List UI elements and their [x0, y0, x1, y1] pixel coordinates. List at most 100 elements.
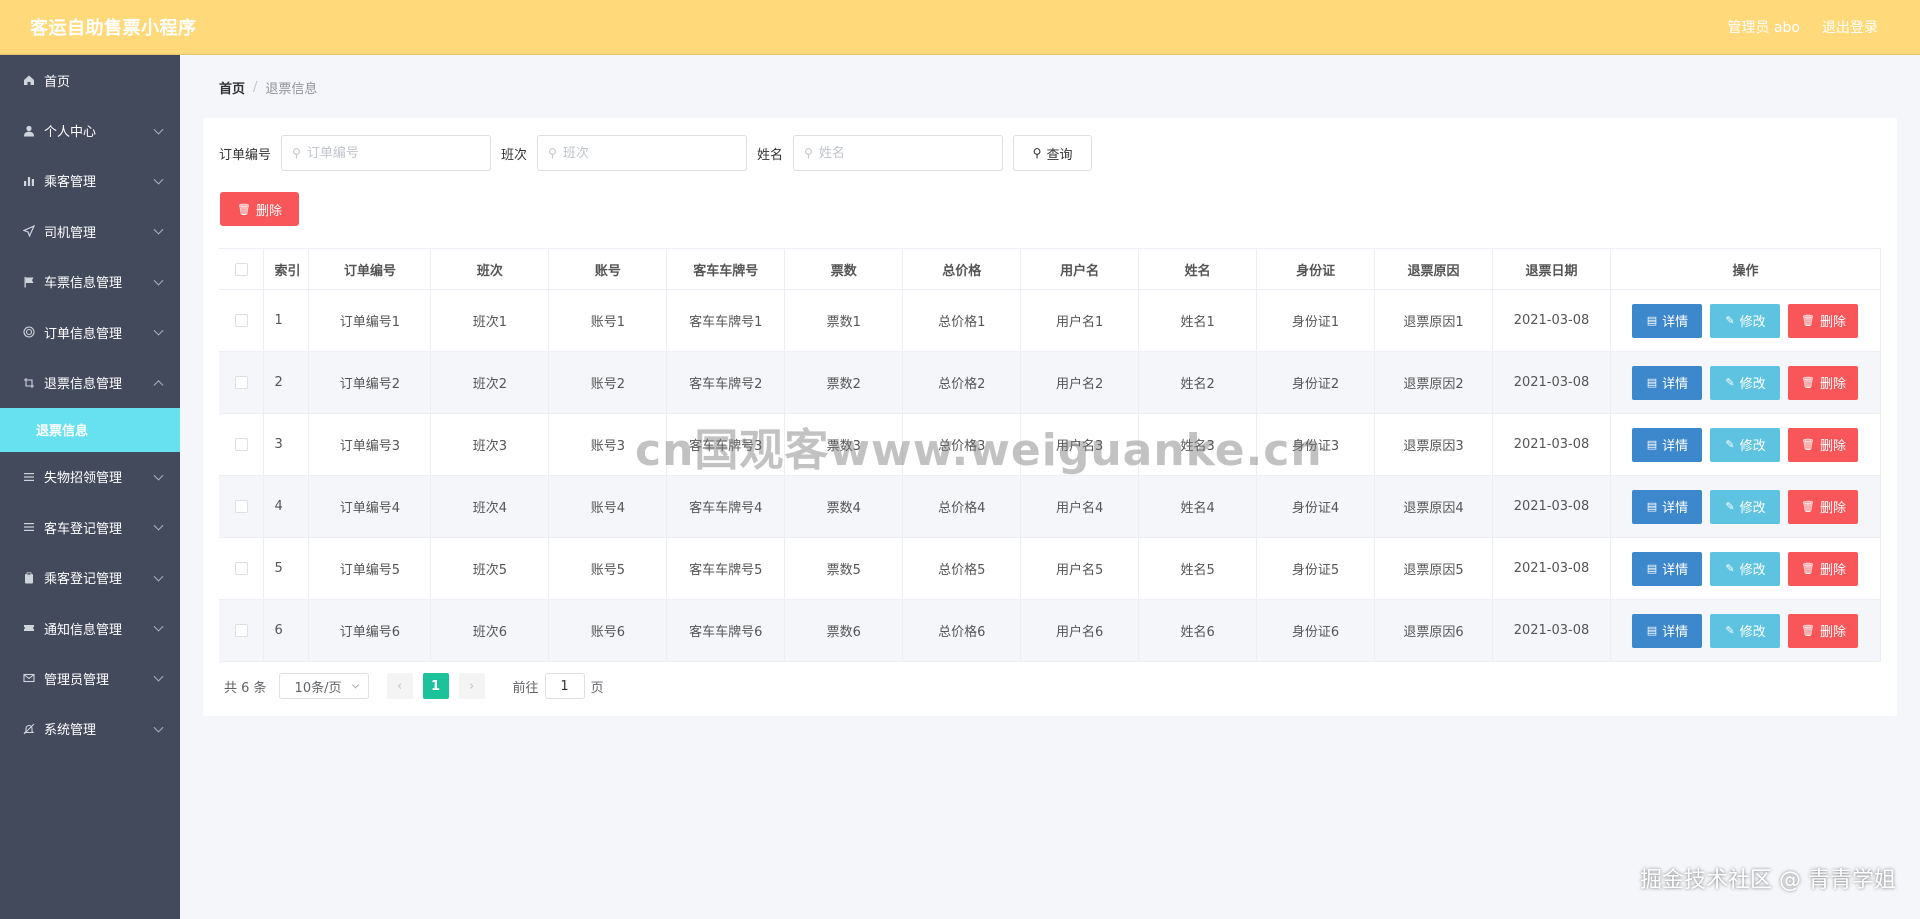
breadcrumb-home[interactable]: 首页 [219, 78, 245, 97]
sidebar-subitem-refund-info[interactable]: 退票信息 [0, 407, 180, 452]
sidebar-item-ticket[interactable]: 车票信息管理 [0, 257, 180, 307]
sidebar-item-system[interactable]: 系统管理 [0, 704, 180, 754]
next-page-button[interactable]: › [458, 673, 485, 699]
row-select-cell [219, 351, 265, 414]
sidebar-item-label: 乘客登记管理 [44, 572, 123, 588]
column-header: 总价格 [902, 248, 1022, 290]
logout-button[interactable]: 退出登录 [1822, 17, 1878, 37]
table-row: 1 订单编号1 班次1 账号1 客车车牌号1 票数1 总价格1 用户名1 姓名1 身份证1 退票原因… [219, 289, 1882, 352]
sidebar-item-lost-found[interactable]: 失物招领管理 [0, 452, 180, 502]
shift-field[interactable]: ⚲ [537, 135, 748, 171]
table-cell: 总价格2 [902, 351, 1022, 414]
sidebar-item-home[interactable]: 首页 [0, 55, 180, 105]
bulk-delete-button[interactable]: 🗑 删除 [220, 192, 299, 226]
sidebar-item-profile[interactable]: 个人中心 [0, 105, 180, 155]
table-cell: 2021-03-08 [1492, 599, 1611, 662]
prev-page-button[interactable]: ‹ [386, 673, 413, 699]
sidebar-item-admin[interactable]: 管理员管理 [0, 653, 180, 703]
chevron-down-icon [153, 225, 164, 235]
column-header: 索引 [263, 248, 310, 290]
edit-button[interactable]: ✎ 修改 [1710, 551, 1781, 586]
order-number-field[interactable]: ⚲ [281, 135, 492, 171]
edit-button[interactable]: ✎ 修改 [1710, 365, 1781, 400]
top-header: 客运自助售票小程序 管理员 abo 退出登录 [0, 0, 1920, 55]
order-number-label: 订单编号 [219, 147, 272, 163]
search-bar: 订单编号 ⚲ 班次 ⚲ 姓名 ⚲ ⚲ 查询 [219, 135, 1093, 171]
sidebar-item-passenger[interactable]: 乘客管理 [0, 156, 180, 206]
search-icon: ⚲ [292, 146, 301, 160]
table-cell: 客车车牌号1 [666, 289, 786, 352]
table-cell: 用户名2 [1020, 351, 1140, 414]
row-checkbox[interactable] [234, 438, 248, 451]
order-number-input[interactable] [306, 145, 477, 161]
admin-username: 管理员 abo [1727, 20, 1800, 36]
table-cell: 2021-03-08 [1492, 537, 1611, 600]
edit-button[interactable]: ✎ 修改 [1710, 303, 1781, 338]
chevron-down-icon [153, 672, 164, 683]
delete-button[interactable]: 🗑 删除 [1788, 427, 1859, 462]
sidebar-item-notice[interactable]: 通知信息管理 [0, 603, 180, 653]
table-header-row: 索引 订单编号 班次 账号 客车车牌号 票数 总价格 用户名 姓名 身份证 退票… [219, 248, 1882, 290]
sidebar-item-passenger-register[interactable]: 乘客登记管理 [0, 553, 180, 603]
sidebar-item-label: 乘客管理 [44, 175, 97, 191]
table-cell: 用户名4 [1020, 475, 1140, 538]
table-cell: 订单编号5 [308, 537, 432, 600]
list-icon [22, 470, 36, 484]
page-number-button[interactable]: 1 [422, 673, 449, 699]
table-cell: 账号5 [548, 537, 668, 600]
row-checkbox[interactable] [234, 624, 248, 637]
sidebar-item-refund[interactable]: 退票信息管理 [0, 357, 180, 407]
trash-icon: 🗑 [1800, 624, 1815, 637]
table-cell: 身份证3 [1256, 413, 1376, 476]
table-cell: 订单编号2 [308, 351, 432, 414]
name-input[interactable] [818, 145, 989, 161]
detail-button[interactable]: ▤ 详情 [1632, 365, 1703, 400]
shift-input[interactable] [562, 145, 733, 161]
row-checkbox[interactable] [234, 500, 248, 513]
breadcrumb: 首页 / 退票信息 [219, 78, 317, 97]
table-cell: 票数6 [784, 599, 904, 662]
detail-button[interactable]: ▤ 详情 [1632, 613, 1703, 648]
table-cell: 姓名4 [1138, 475, 1258, 538]
chevron-down-icon [153, 571, 164, 582]
delete-button[interactable]: 🗑 删除 [1788, 489, 1859, 524]
table-cell: 用户名3 [1020, 413, 1140, 476]
detail-button[interactable]: ▤ 详情 [1632, 427, 1703, 462]
name-field[interactable]: ⚲ [793, 135, 1004, 171]
delete-button[interactable]: 🗑 删除 [1788, 613, 1859, 648]
table-cell: 退票原因2 [1374, 351, 1493, 414]
row-checkbox[interactable] [234, 376, 248, 389]
select-all-checkbox[interactable] [234, 262, 248, 276]
edit-button[interactable]: ✎ 修改 [1710, 427, 1781, 462]
table-cell: 客车车牌号3 [666, 413, 786, 476]
detail-button[interactable]: ▤ 详情 [1632, 489, 1703, 524]
table-cell: 班次1 [430, 289, 550, 352]
detail-button[interactable]: ▤ 详情 [1632, 551, 1703, 586]
table-cell: 退票原因1 [1374, 289, 1493, 352]
pencil-icon: ✎ [1725, 314, 1735, 327]
table-cell: 2021-03-08 [1492, 475, 1611, 538]
query-button[interactable]: ⚲ 查询 [1013, 135, 1093, 171]
page-suffix-label: 页 [590, 680, 604, 696]
delete-button[interactable]: 🗑 删除 [1788, 303, 1859, 338]
table-cell: 票数1 [784, 289, 904, 352]
row-actions-cell: ▤ 详情 ✎ 修改 🗑 删除 [1610, 537, 1882, 600]
goto-page-input[interactable] [544, 673, 585, 699]
row-checkbox[interactable] [234, 314, 248, 327]
edit-button[interactable]: ✎ 修改 [1710, 489, 1781, 524]
sidebar-item-order[interactable]: 订单信息管理 [0, 307, 180, 357]
delete-button[interactable]: 🗑 删除 [1788, 365, 1859, 400]
row-checkbox[interactable] [234, 562, 248, 575]
ticket-icon [22, 621, 36, 635]
sidebar-item-bus-register[interactable]: 客车登记管理 [0, 502, 180, 552]
table-cell: 身份证4 [1256, 475, 1376, 538]
page-size-select[interactable]: 10条/页 [278, 673, 369, 699]
edit-button[interactable]: ✎ 修改 [1710, 613, 1781, 648]
table-cell: 用户名6 [1020, 599, 1140, 662]
delete-button[interactable]: 🗑 删除 [1788, 551, 1859, 586]
sidebar-item-driver[interactable]: 司机管理 [0, 206, 180, 256]
pencil-icon: ✎ [1725, 438, 1735, 451]
table-cell: 4 [263, 475, 310, 538]
detail-button[interactable]: ▤ 详情 [1632, 303, 1703, 338]
button-label: 详情 [1662, 563, 1689, 578]
